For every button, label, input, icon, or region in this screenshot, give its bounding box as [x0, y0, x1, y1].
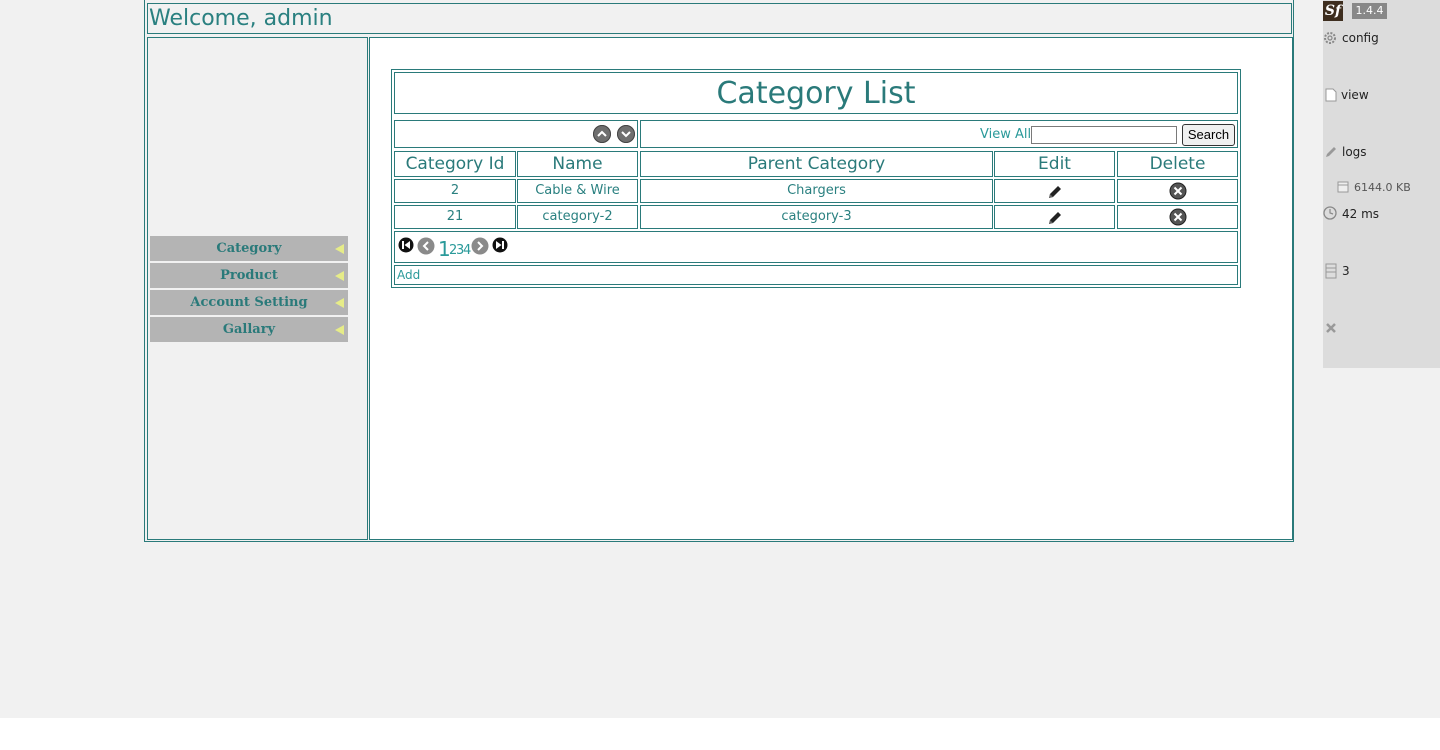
column-header-category-id: Category Id — [394, 151, 516, 177]
debug-logs-link[interactable]: logs — [1342, 145, 1367, 159]
sort-up-icon[interactable] — [593, 125, 611, 143]
sort-down-icon[interactable] — [617, 125, 635, 143]
clock-icon — [1323, 206, 1337, 220]
cell-category-id: 21 — [394, 205, 516, 229]
expand-arrow-icon — [335, 271, 344, 281]
edit-pencil-icon[interactable] — [1046, 209, 1064, 227]
expand-arrow-icon — [335, 325, 344, 335]
add-row: Add — [394, 265, 1238, 285]
column-header-parent-category: Parent Category — [640, 151, 993, 177]
expand-arrow-icon — [335, 298, 344, 308]
add-link[interactable]: Add — [397, 268, 420, 282]
sidebar-item-label: Product — [220, 268, 278, 283]
sidebar-item-label: Gallary — [222, 322, 276, 337]
column-header-edit: Edit — [994, 151, 1115, 177]
debug-view-link[interactable]: view — [1341, 88, 1369, 102]
previous-page-icon[interactable] — [417, 237, 435, 255]
pencil-icon — [1326, 147, 1336, 157]
last-page-icon[interactable] — [492, 237, 508, 253]
debug-config-link[interactable]: config — [1342, 31, 1379, 45]
database-icon — [1325, 263, 1337, 279]
document-icon — [1325, 88, 1337, 102]
db-query-count[interactable]: 3 — [1342, 264, 1350, 278]
search-input[interactable] — [1031, 126, 1177, 144]
welcome-text: Welcome, admin — [149, 6, 333, 31]
gear-icon — [1324, 32, 1336, 44]
delete-cell — [1117, 205, 1238, 229]
delete-icon[interactable] — [1169, 182, 1187, 200]
edit-cell — [994, 179, 1115, 203]
header-bar: Welcome, admin — [147, 3, 1292, 34]
pager-row — [394, 231, 1238, 263]
close-icon[interactable] — [1325, 322, 1337, 334]
memory-icon — [1337, 181, 1349, 193]
cell-name: category-2 — [517, 205, 638, 229]
sidebar-item-product[interactable]: Product — [150, 263, 348, 288]
edit-pencil-icon[interactable] — [1046, 183, 1064, 201]
cell-name: Cable & Wire — [517, 179, 638, 203]
sidebar-item-gallary[interactable]: Gallary — [150, 317, 348, 342]
search-button[interactable]: Search — [1182, 124, 1235, 146]
next-page-icon[interactable] — [471, 237, 489, 255]
left-pane — [147, 37, 368, 540]
symfony-logo[interactable]: Sf — [1323, 1, 1343, 21]
execution-time[interactable]: 42 ms — [1342, 207, 1379, 221]
cell-parent-category: Chargers — [640, 179, 993, 203]
memory-usage: 6144.0 KB — [1354, 181, 1411, 194]
expand-arrow-icon — [335, 244, 344, 254]
edit-cell — [994, 205, 1115, 229]
delete-icon[interactable] — [1169, 208, 1187, 226]
sidebar-item-label: Account Setting — [190, 295, 308, 310]
version-badge: 1.4.4 — [1352, 3, 1387, 19]
cell-parent-category: category-3 — [640, 205, 993, 229]
sidebar-item-label: Category — [216, 241, 282, 256]
column-header-delete: Delete — [1117, 151, 1238, 177]
cell-category-id: 2 — [394, 179, 516, 203]
column-header-name: Name — [517, 151, 638, 177]
list-title: Category List — [394, 72, 1238, 114]
first-page-icon[interactable] — [398, 237, 414, 253]
delete-cell — [1117, 179, 1238, 203]
sidebar-item-account-setting[interactable]: Account Setting — [150, 290, 348, 315]
sidebar-item-category[interactable]: Category — [150, 236, 348, 261]
view-all-link[interactable]: View All — [980, 127, 1031, 142]
